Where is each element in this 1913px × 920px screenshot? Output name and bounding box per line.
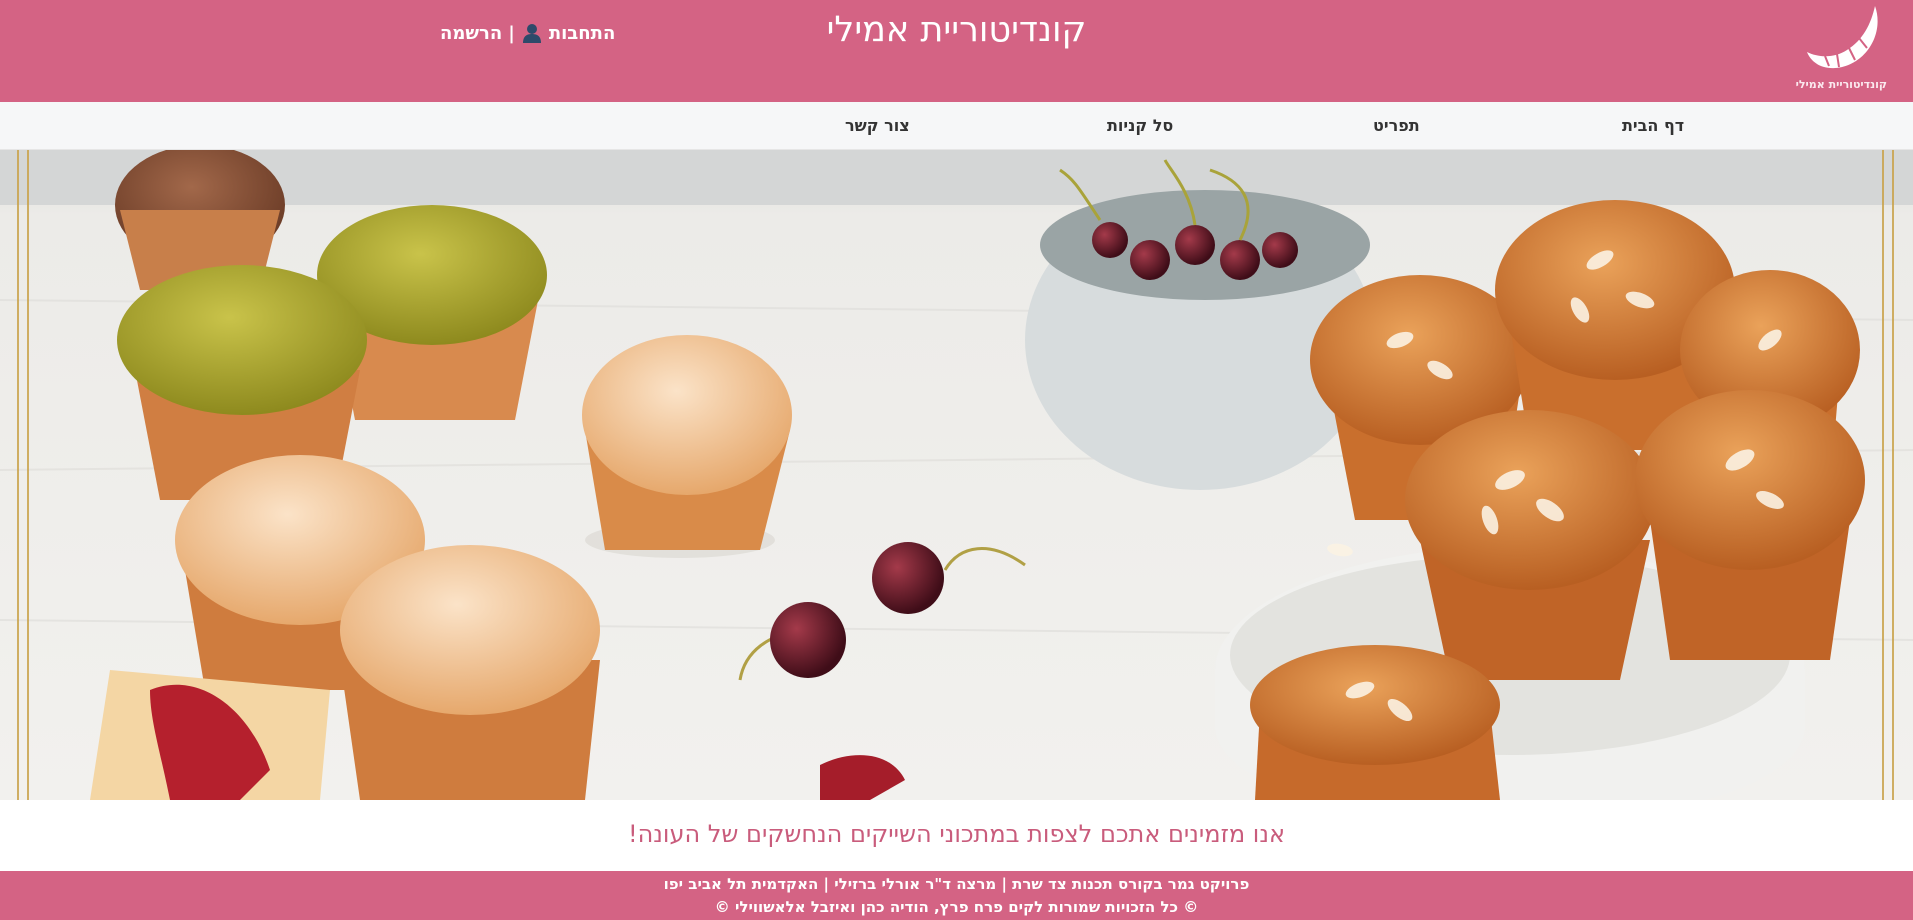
auth-separator: | [508,22,515,44]
nav-item-home[interactable]: דף הבית [1622,116,1684,135]
site-logo[interactable]: קונדיטוריית אמילי [1795,4,1887,96]
nav-item-cart[interactable]: סל קניות [1107,116,1173,135]
main-nav: דף הבית תפריט סל קניות צור קשר [0,102,1913,150]
footer-copyright: © כל הזכויות שמורות לקים פרח פרץ, הודיה … [714,898,1199,916]
site-title-wrapper: קונדיטוריית אמילי [0,10,1913,50]
login-link[interactable]: התחבות [549,23,615,44]
hero-image [0,150,1913,800]
nav-item-contact[interactable]: צור קשר [845,116,910,135]
logo-text: קונדיטוריית אמילי [1795,78,1887,91]
tagline: אנו מזמינים אתכם לצפות במתכוני השייקים ה… [628,820,1285,848]
site-header: קונדיטוריית אמילי קונדיטוריית אמילי התחב… [0,0,1913,102]
croissant-icon [1807,6,1878,69]
site-footer: פרויקט גמר בקורס תכנות צד שרת | מרצה ד"ר… [0,871,1913,920]
decorative-line-left-outer [17,150,19,800]
user-icon [521,22,543,44]
decorative-line-right-outer [1892,150,1894,800]
decorative-line-left-inner [27,150,29,800]
decorative-line-right-inner [1882,150,1884,800]
nav-item-menu[interactable]: תפריט [1373,116,1420,135]
register-link[interactable]: הרשמה [440,23,502,44]
site-title: קונדיטוריית אמילי [826,10,1087,50]
footer-credits: פרויקט גמר בקורס תכנות צד שרת | מרצה ד"ר… [663,875,1250,893]
auth-links: התחבות | הרשמה [440,22,615,44]
